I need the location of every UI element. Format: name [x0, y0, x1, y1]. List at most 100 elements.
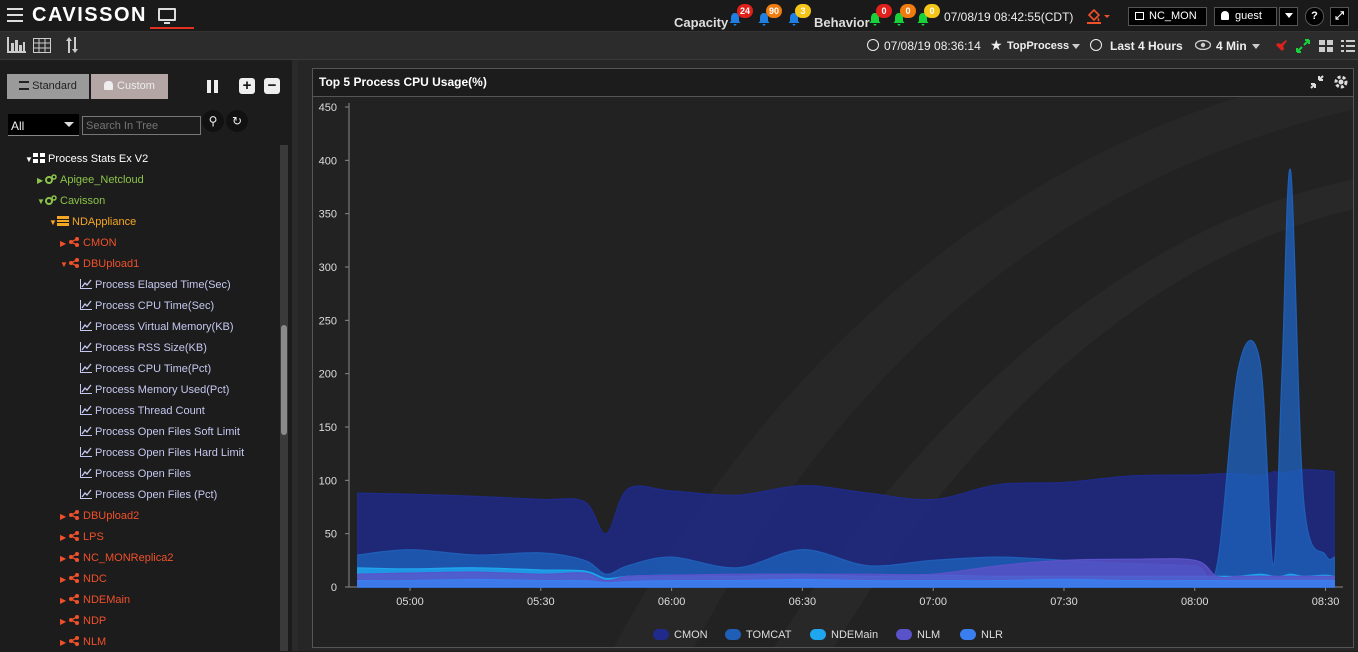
- caret-right-icon[interactable]: ▶: [37, 172, 45, 190]
- tree-item[interactable]: ▶ NDP: [60, 612, 106, 630]
- tree-item-label: Process Virtual Memory(KB): [95, 321, 234, 333]
- refresh-button[interactable]: ↻: [226, 110, 248, 132]
- caret-right-icon[interactable]: ▶: [60, 613, 68, 631]
- behavior-critical-badge[interactable]: 0: [876, 4, 892, 18]
- favorite-name[interactable]: TopProcess: [1007, 40, 1069, 52]
- caret-right-icon[interactable]: ▶: [60, 634, 68, 652]
- sidebar-scrollbar[interactable]: [280, 145, 288, 651]
- tree-item[interactable]: Process Open Files Soft Limit: [80, 423, 240, 441]
- pin-icon[interactable]: [1274, 39, 1288, 53]
- line-chart-icon: [80, 445, 92, 457]
- collapse-icon[interactable]: [1309, 74, 1325, 90]
- behavior-major-badge[interactable]: 0: [900, 4, 916, 18]
- caret-right-icon[interactable]: ▶: [60, 592, 68, 610]
- legend-item[interactable]: CMON: [653, 627, 708, 643]
- tree-item[interactable]: Process CPU Time(Pct): [80, 360, 211, 378]
- tree-search-input[interactable]: [82, 116, 201, 135]
- favorite-dropdown-icon[interactable]: [1072, 44, 1080, 49]
- top-bar: CAVISSON Capacity 24 90 3 Behavior 0 0 0…: [0, 0, 1358, 32]
- legend-item[interactable]: TOMCAT: [725, 627, 791, 643]
- tree-item[interactable]: Process Virtual Memory(KB): [80, 318, 234, 336]
- tree-item[interactable]: ▶ LPS: [60, 528, 104, 546]
- capacity-label: Capacity: [674, 15, 729, 30]
- y-tick-label: 400: [319, 155, 337, 167]
- behavior-minor-badge[interactable]: 0: [924, 4, 940, 18]
- bar-chart-icon[interactable]: [6, 37, 26, 53]
- tree-filter-select[interactable]: All: [8, 114, 79, 136]
- tree-item-label: Process CPU Time(Pct): [95, 363, 212, 375]
- secondary-toolbar: 07/08/19 08:36:14 ★ TopProcess Last 4 Ho…: [0, 32, 1358, 60]
- pause-icon[interactable]: [207, 80, 219, 93]
- tree-item[interactable]: ▶ NDEMain: [60, 591, 130, 609]
- tab-custom[interactable]: Custom: [91, 74, 168, 99]
- list-layout-icon[interactable]: [1341, 40, 1355, 52]
- time-range[interactable]: Last 4 Hours: [1110, 39, 1183, 53]
- tree-item[interactable]: ▶ NLM: [60, 633, 106, 651]
- tree-item[interactable]: Process Open Files (Pct): [80, 486, 217, 504]
- line-chart-icon: [80, 319, 92, 331]
- capacity-minor-badge[interactable]: 3: [795, 4, 811, 18]
- monitor-icon[interactable]: [158, 8, 176, 24]
- caret-down-icon[interactable]: ▼: [37, 193, 45, 211]
- eye-icon[interactable]: [1195, 40, 1211, 50]
- tree-item[interactable]: ▶ Apigee_Netcloud: [37, 171, 144, 189]
- x-tick-label: 07:30: [1050, 596, 1078, 608]
- caret-right-icon[interactable]: ▶: [60, 508, 68, 526]
- line-chart-icon: [80, 340, 92, 352]
- tree-item[interactable]: Process Elapsed Time(Sec): [80, 276, 231, 294]
- tree-item[interactable]: Process RSS Size(KB): [80, 339, 207, 357]
- tab-standard[interactable]: Standard: [7, 74, 89, 99]
- user-group-button[interactable]: NC_MON: [1128, 7, 1207, 26]
- user-icon: [1221, 11, 1229, 20]
- caret-down-icon[interactable]: ▼: [25, 151, 33, 169]
- tree-item[interactable]: Process Memory Used(Pct): [80, 381, 229, 399]
- table-icon[interactable]: [33, 38, 51, 53]
- caret-right-icon[interactable]: ▶: [60, 550, 68, 568]
- tree-item[interactable]: ▼ NDAppliance: [49, 213, 136, 231]
- tree-item[interactable]: Process Open Files Hard Limit: [80, 444, 244, 462]
- interval-dropdown-icon[interactable]: [1252, 44, 1260, 49]
- user-dropdown-button[interactable]: [1279, 7, 1298, 26]
- x-tick-label: 05:00: [396, 596, 424, 608]
- capacity-critical-badge[interactable]: 24: [737, 4, 753, 18]
- sort-icon[interactable]: [66, 37, 78, 53]
- gear-icon[interactable]: [1333, 74, 1349, 90]
- tree-item[interactable]: Process Thread Count: [80, 402, 205, 420]
- tree-item[interactable]: ▶ CMON: [60, 234, 117, 252]
- help-button[interactable]: ?: [1305, 7, 1324, 26]
- user-group-label: NC_MON: [1149, 10, 1197, 22]
- search-button[interactable]: ⚲: [202, 110, 224, 132]
- tree-filter-value: All: [11, 119, 25, 133]
- fullscreen-button[interactable]: ⤢: [1330, 7, 1349, 26]
- star-icon[interactable]: ★: [990, 37, 1003, 54]
- caret-down-icon[interactable]: ▼: [60, 256, 68, 274]
- tree-item-label: Process CPU Time(Sec): [95, 300, 215, 312]
- caret-right-icon[interactable]: ▶: [60, 571, 68, 589]
- tree-item[interactable]: ▼ DBUpload1: [60, 255, 139, 273]
- paint-bucket-icon[interactable]: [1086, 8, 1112, 24]
- tree-item[interactable]: ▶ DBUpload2: [60, 507, 139, 525]
- tree-item[interactable]: ▼ Cavisson: [37, 192, 105, 210]
- user-button[interactable]: guest: [1214, 7, 1277, 26]
- legend-item[interactable]: NDEMain: [810, 627, 878, 643]
- caret-right-icon[interactable]: ▶: [60, 235, 68, 253]
- tree-item[interactable]: Process Open Files: [80, 465, 191, 483]
- tree-item[interactable]: ▶ NDC: [60, 570, 107, 588]
- expand-arrows-icon[interactable]: [1296, 39, 1310, 53]
- caret-down-icon[interactable]: ▼: [49, 214, 57, 232]
- legend-item[interactable]: NLR: [960, 627, 1003, 643]
- collapse-all-button[interactable]: −: [264, 78, 280, 94]
- grid-layout-icon[interactable]: [1319, 40, 1333, 52]
- tree-item[interactable]: Process CPU Time(Sec): [80, 297, 214, 315]
- hamburger-menu-icon[interactable]: [7, 8, 23, 22]
- scrollbar-thumb[interactable]: [281, 325, 287, 435]
- tree-item[interactable]: ▼ Process Stats Ex V2: [25, 150, 148, 168]
- legend-item[interactable]: NLM: [896, 627, 940, 643]
- caret-right-icon[interactable]: ▶: [60, 529, 68, 547]
- capacity-major-badge[interactable]: 90: [766, 4, 782, 18]
- tree-item[interactable]: ▶ NC_MONReplica2: [60, 549, 173, 567]
- tree-item-label: Process Open Files (Pct): [95, 489, 218, 501]
- view-interval[interactable]: 4 Min: [1216, 39, 1247, 53]
- expand-all-button[interactable]: +: [239, 78, 255, 94]
- line-chart-icon: [80, 382, 92, 394]
